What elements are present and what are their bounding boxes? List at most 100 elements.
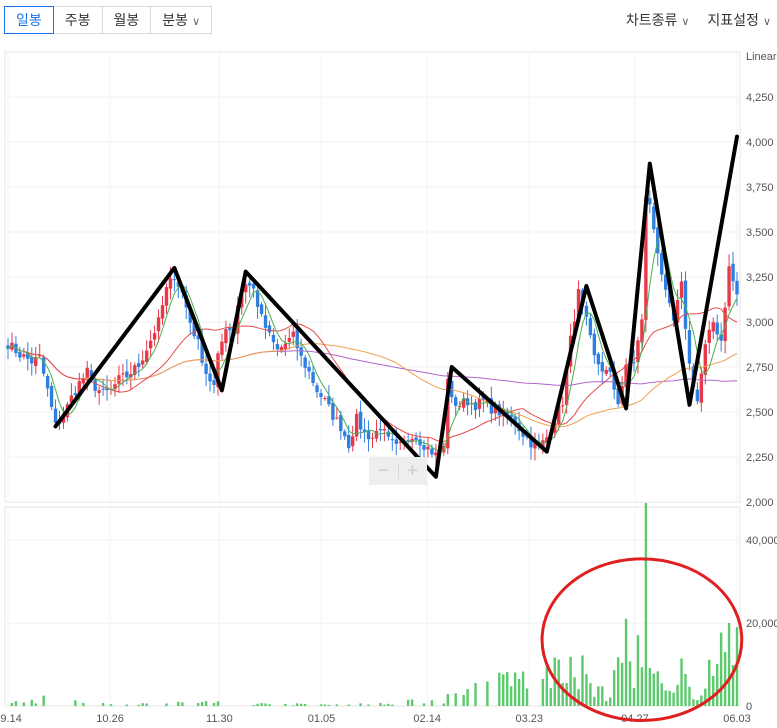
volume-bar: [545, 664, 549, 706]
candle-body: [125, 371, 129, 378]
volume-bar: [292, 705, 295, 706]
price-tick-label: 2,500: [746, 407, 774, 419]
volume-bar: [177, 701, 180, 706]
candle-body: [378, 428, 383, 431]
volume-bar: [74, 700, 77, 706]
candle-body: [358, 411, 363, 430]
volume-bar: [712, 675, 715, 706]
volume-bar: [474, 682, 477, 706]
volume-bar: [30, 699, 33, 706]
candle-body: [45, 375, 50, 389]
volume-bar: [466, 689, 469, 706]
candle-body: [220, 341, 224, 355]
volume-bar: [10, 702, 14, 706]
zoom-out-button[interactable]: −: [370, 457, 398, 485]
stock-chart[interactable]: 4,250 4,000 3,750 3,500 3,250 3,000 2,750 2,500…: [0, 0, 777, 728]
candle-body: [168, 278, 173, 289]
volume-bar: [299, 703, 303, 706]
volume-bar: [391, 704, 394, 706]
volume-bar: [593, 696, 596, 706]
zoom-in-button[interactable]: +: [399, 457, 427, 485]
candle-body: [414, 437, 418, 440]
candle-body: [604, 369, 608, 374]
volume-bar: [628, 661, 632, 706]
volume-bar: [379, 702, 382, 706]
volume-bar: [141, 703, 144, 706]
volume-bar: [648, 668, 652, 706]
volume-bar: [688, 686, 691, 706]
candle-body: [366, 430, 371, 440]
candle-body: [347, 435, 351, 449]
candle-body: [703, 344, 708, 375]
volume-bar: [616, 657, 620, 706]
time-tick-label: 01.05: [308, 713, 336, 725]
volume-bar: [597, 686, 600, 706]
volume-bar: [636, 635, 640, 706]
price-tick-label: 3,750: [746, 182, 774, 194]
candle-body: [307, 367, 311, 372]
volume-bar: [145, 703, 148, 706]
candle-body: [311, 372, 315, 384]
candle-body: [141, 360, 145, 365]
time-tick-label: 09.14: [0, 713, 22, 725]
candle-body: [343, 431, 347, 437]
price-tick-label: 4,250: [746, 92, 774, 104]
volume-bar: [624, 618, 628, 706]
candle-body: [121, 373, 125, 375]
tab-daily[interactable]: 일봉: [4, 6, 54, 34]
candle-body: [53, 408, 58, 423]
time-tick-label: 02.14: [413, 713, 441, 725]
candle-body: [560, 405, 565, 407]
candle-body: [208, 373, 212, 382]
volume-bar: [612, 670, 616, 706]
candle-body: [156, 317, 161, 332]
volume-bar: [14, 701, 18, 706]
time-tick-label: 11.30: [206, 713, 233, 725]
volume-bar: [727, 622, 731, 706]
candle-body: [350, 436, 355, 447]
volume-bar: [387, 703, 390, 706]
candle-body: [422, 445, 426, 450]
candle-body: [212, 380, 216, 386]
candle-body: [148, 340, 153, 349]
volume-bar: [347, 704, 350, 706]
time-tick-label: 03.23: [515, 713, 543, 725]
candle-body: [271, 335, 276, 343]
candle-body: [711, 322, 715, 332]
volume-bar: [125, 704, 129, 706]
price-tick-label: 2,750: [746, 362, 774, 374]
time-tick-label: 06.03: [723, 713, 751, 725]
candle-body: [652, 206, 656, 230]
volume-bar: [303, 703, 307, 706]
price-tick-label: 2,000: [746, 497, 774, 509]
candle-body: [687, 330, 692, 364]
volume-bar: [640, 667, 644, 706]
volume-bar: [446, 694, 449, 706]
volume-bar: [723, 651, 727, 706]
candle-body: [386, 431, 391, 437]
candle-body: [224, 329, 228, 344]
price-tick-label: 3,250: [746, 272, 774, 284]
volume-bar: [200, 701, 204, 706]
volume-bar: [644, 502, 648, 706]
volume-bar: [406, 699, 410, 706]
volume-bar: [264, 703, 267, 706]
volume-bar: [676, 684, 679, 706]
volume-bar: [430, 700, 434, 706]
candle-body: [97, 390, 101, 394]
candle-body: [648, 198, 652, 205]
volume-bar: [410, 699, 414, 706]
volume-bar: [549, 688, 552, 706]
candle-body: [101, 388, 105, 390]
volume-bar: [335, 704, 339, 706]
volume-bar: [137, 704, 140, 706]
volume-bar: [620, 662, 624, 706]
volume-bar: [656, 671, 659, 706]
time-tick-label: 10.26: [96, 713, 124, 725]
volume-bar: [605, 701, 608, 706]
volume-bar: [252, 705, 255, 706]
volume-bar: [609, 697, 612, 706]
volume-bar: [327, 704, 331, 706]
candle-body: [137, 363, 141, 368]
volume-bar: [517, 679, 521, 706]
